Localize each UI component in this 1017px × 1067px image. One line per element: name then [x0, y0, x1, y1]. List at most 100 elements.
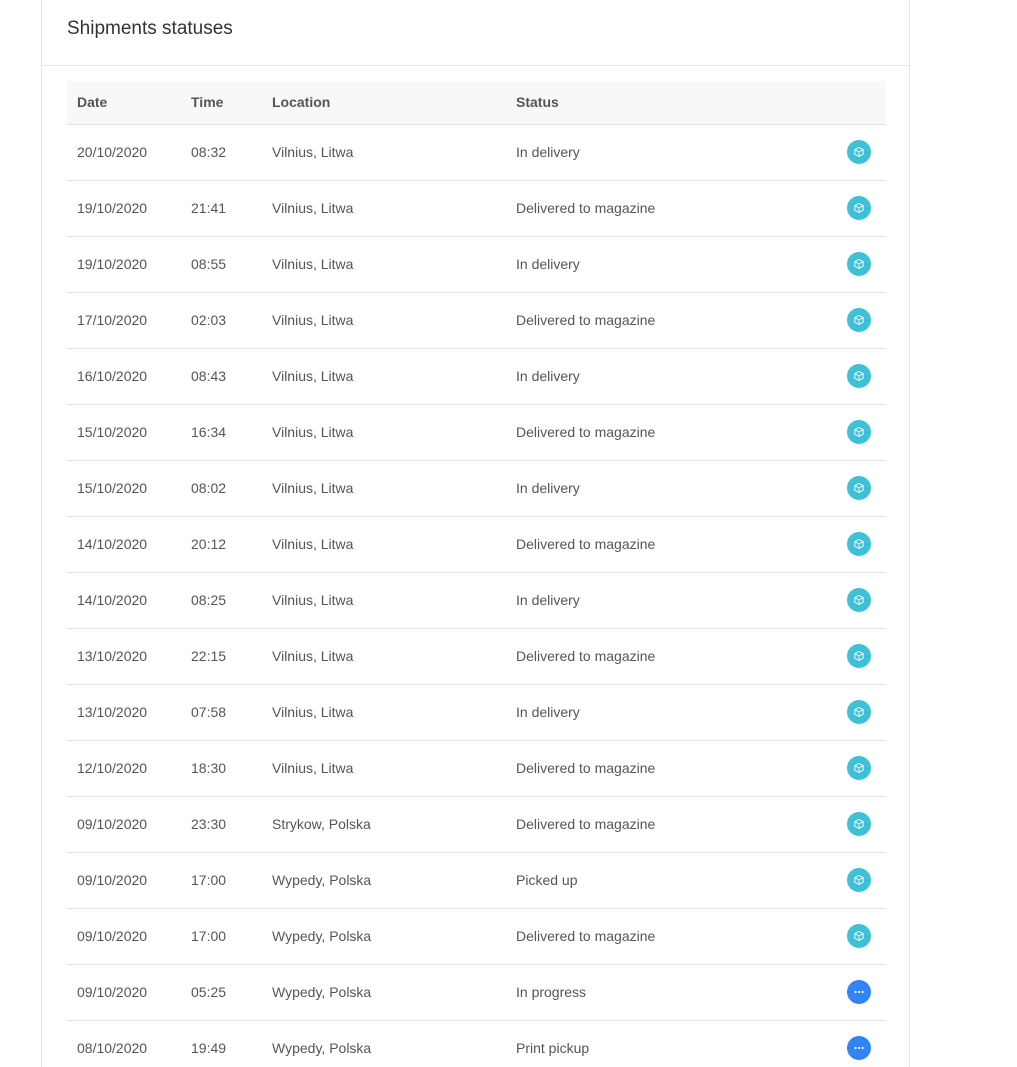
- cell-location: Vilnius, Litwa: [262, 404, 506, 461]
- cell-location: Wypedy, Polska: [262, 964, 506, 1021]
- cell-action: [806, 180, 886, 237]
- cell-status: In delivery: [506, 572, 806, 629]
- cell-status: In delivery: [506, 460, 806, 517]
- table-row: 09/10/2020 17:00 Wypedy, Polska Delivered t…: [67, 908, 886, 965]
- table-body: 20/10/2020 08:32 Vilnius, Litwa In delivery…: [67, 124, 886, 1067]
- cell-action: [806, 460, 886, 517]
- cell-date: 09/10/2020: [67, 796, 181, 853]
- cell-status: Delivered to magazine: [506, 516, 806, 573]
- cell-location: Vilnius, Litwa: [262, 180, 506, 237]
- column-header-date: Date: [67, 81, 181, 125]
- box-icon[interactable]: [847, 868, 871, 892]
- cell-time: 17:00: [181, 908, 262, 965]
- cell-date: 14/10/2020: [67, 572, 181, 629]
- box-icon[interactable]: [847, 476, 871, 500]
- table-row: 15/10/2020 08:02 Vilnius, Litwa In delivery: [67, 460, 886, 517]
- cell-date: 08/10/2020: [67, 1020, 181, 1067]
- cell-action: [806, 572, 886, 629]
- cell-status: In delivery: [506, 684, 806, 741]
- table-header: Date Time Location Status: [67, 81, 886, 125]
- box-icon[interactable]: [847, 812, 871, 836]
- table-row: 09/10/2020 23:30 Strykow, Polska Delivered …: [67, 796, 886, 853]
- cell-action: [806, 348, 886, 405]
- table-row: 14/10/2020 08:25 Vilnius, Litwa In delivery: [67, 572, 886, 629]
- column-header-location: Location: [262, 81, 506, 125]
- cell-time: 08:02: [181, 460, 262, 517]
- table-row: 16/10/2020 08:43 Vilnius, Litwa In delivery: [67, 348, 886, 405]
- cell-date: 13/10/2020: [67, 684, 181, 741]
- table-row: 17/10/2020 02:03 Vilnius, Litwa Delivered t…: [67, 292, 886, 349]
- table-row: 12/10/2020 18:30 Vilnius, Litwa Delivered t…: [67, 740, 886, 797]
- cell-status: Delivered to magazine: [506, 180, 806, 237]
- box-icon[interactable]: [847, 644, 871, 668]
- cell-time: 08:43: [181, 348, 262, 405]
- table-row: 14/10/2020 20:12 Vilnius, Litwa Delivered t…: [67, 516, 886, 573]
- cell-action: [806, 964, 886, 1021]
- table-row: 09/10/2020 05:25 Wypedy, Polska In progress: [67, 964, 886, 1021]
- cell-time: 05:25: [181, 964, 262, 1021]
- cell-location: Vilnius, Litwa: [262, 236, 506, 293]
- cell-date: 14/10/2020: [67, 516, 181, 573]
- box-icon[interactable]: [847, 308, 871, 332]
- cell-time: 19:49: [181, 1020, 262, 1067]
- cell-time: 16:34: [181, 404, 262, 461]
- cell-action: [806, 908, 886, 965]
- column-header-time: Time: [181, 81, 262, 125]
- cell-time: 20:12: [181, 516, 262, 573]
- more-dots-icon[interactable]: [847, 980, 871, 1004]
- table-row: 19/10/2020 21:41 Vilnius, Litwa Delivered t…: [67, 180, 886, 237]
- cell-action: [806, 292, 886, 349]
- box-icon[interactable]: [847, 924, 871, 948]
- cell-date: 09/10/2020: [67, 852, 181, 909]
- cell-action: [806, 684, 886, 741]
- more-dots-icon[interactable]: [847, 1036, 871, 1060]
- cell-location: Vilnius, Litwa: [262, 348, 506, 405]
- cell-location: Vilnius, Litwa: [262, 628, 506, 685]
- box-icon[interactable]: [847, 140, 871, 164]
- table-row: 09/10/2020 17:00 Wypedy, Polska Picked up: [67, 852, 886, 909]
- box-icon[interactable]: [847, 700, 871, 724]
- box-icon[interactable]: [847, 196, 871, 220]
- cell-time: 08:25: [181, 572, 262, 629]
- cell-location: Wypedy, Polska: [262, 852, 506, 909]
- box-icon[interactable]: [847, 364, 871, 388]
- cell-action: [806, 628, 886, 685]
- cell-date: 19/10/2020: [67, 236, 181, 293]
- cell-time: 02:03: [181, 292, 262, 349]
- cell-status: In progress: [506, 964, 806, 1021]
- box-icon[interactable]: [847, 252, 871, 276]
- cell-date: 19/10/2020: [67, 180, 181, 237]
- cell-action: [806, 796, 886, 853]
- cell-location: Vilnius, Litwa: [262, 460, 506, 517]
- cell-date: 09/10/2020: [67, 964, 181, 1021]
- cell-location: Strykow, Polska: [262, 796, 506, 853]
- shipments-card: Shipments statuses Date Time Location St…: [41, 0, 910, 1067]
- page: Shipments statuses Date Time Location St…: [0, 0, 1017, 1067]
- cell-status: In delivery: [506, 236, 806, 293]
- box-icon[interactable]: [847, 420, 871, 444]
- table-row: 08/10/2020 19:49 Wypedy, Polska Print picku…: [67, 1020, 886, 1067]
- cell-action: [806, 740, 886, 797]
- table-row: 19/10/2020 08:55 Vilnius, Litwa In delivery: [67, 236, 886, 293]
- cell-status: In delivery: [506, 348, 806, 405]
- cell-time: 08:55: [181, 236, 262, 293]
- cell-location: Wypedy, Polska: [262, 1020, 506, 1067]
- cell-location: Vilnius, Litwa: [262, 740, 506, 797]
- cell-status: Delivered to magazine: [506, 628, 806, 685]
- table-row: 13/10/2020 22:15 Vilnius, Litwa Delivered t…: [67, 628, 886, 685]
- cell-date: 15/10/2020: [67, 460, 181, 517]
- table-row: 20/10/2020 08:32 Vilnius, Litwa In delivery: [67, 124, 886, 181]
- cell-time: 08:32: [181, 124, 262, 181]
- box-icon[interactable]: [847, 756, 871, 780]
- cell-action: [806, 516, 886, 573]
- box-icon[interactable]: [847, 532, 871, 556]
- card-header: Shipments statuses: [42, 0, 909, 66]
- cell-time: 23:30: [181, 796, 262, 853]
- cell-time: 18:30: [181, 740, 262, 797]
- cell-action: [806, 852, 886, 909]
- box-icon[interactable]: [847, 588, 871, 612]
- cell-location: Vilnius, Litwa: [262, 684, 506, 741]
- cell-date: 15/10/2020: [67, 404, 181, 461]
- cell-status: In delivery: [506, 124, 806, 181]
- cell-date: 13/10/2020: [67, 628, 181, 685]
